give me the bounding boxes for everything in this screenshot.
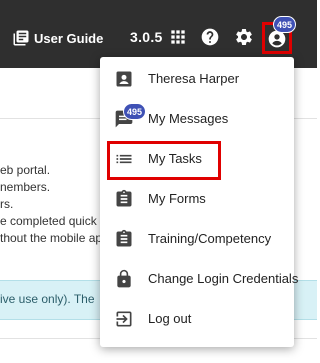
gear-icon — [236, 29, 252, 45]
menu-item-label: Theresa Harper — [148, 71, 240, 86]
page-text-line: rs. — [0, 197, 14, 211]
user-dropdown-menu: Theresa Harper My Messages My Tasks My F… — [100, 57, 298, 347]
menu-item-change-login-credentials[interactable]: Change Login Credentials — [100, 261, 298, 297]
person-badge-icon — [114, 69, 134, 89]
highlight-box — [107, 141, 221, 180]
menu-item-label: Change Login Credentials — [148, 271, 299, 286]
menu-item-label: My Messages — [148, 111, 229, 126]
page-text-line: nembers. — [0, 180, 51, 194]
help-button[interactable] — [199, 26, 221, 48]
info-alert-text: ive use only). The — [0, 292, 95, 306]
version-label: 3.0.5 — [130, 29, 163, 45]
menu-item-label: Log out — [148, 311, 192, 326]
page-text-line: thout the mobile ap — [0, 231, 103, 245]
app-window: User Guide 3.0.5 495 eb portal. nembers.… — [0, 0, 317, 363]
clipboard-icon — [114, 229, 134, 249]
user-guide-label: User Guide — [34, 30, 104, 46]
clipboard-icon — [114, 189, 134, 209]
grid-icon — [171, 30, 185, 44]
settings-button[interactable] — [233, 26, 255, 48]
menu-item-my-forms[interactable]: My Forms — [100, 181, 294, 217]
menu-item-training-competency[interactable]: Training/Competency — [100, 221, 294, 257]
page-text-line: eb portal. — [0, 163, 51, 177]
apps-grid-button[interactable] — [167, 26, 189, 48]
help-icon — [201, 28, 219, 46]
messages-count-badge: 495 — [123, 103, 147, 120]
menu-item-label: My Forms — [148, 191, 206, 206]
notification-count-badge: 495 — [273, 16, 297, 33]
page-text-line: e completed quick — [0, 214, 97, 228]
menu-item-profile[interactable]: Theresa Harper — [100, 61, 294, 97]
user-guide-link[interactable]: User Guide — [12, 28, 103, 48]
menu-item-log-out[interactable]: Log out — [100, 301, 294, 337]
menu-item-label: Training/Competency — [148, 231, 272, 246]
book-icon — [13, 30, 29, 46]
logout-icon — [114, 309, 134, 329]
lock-icon — [114, 269, 134, 289]
